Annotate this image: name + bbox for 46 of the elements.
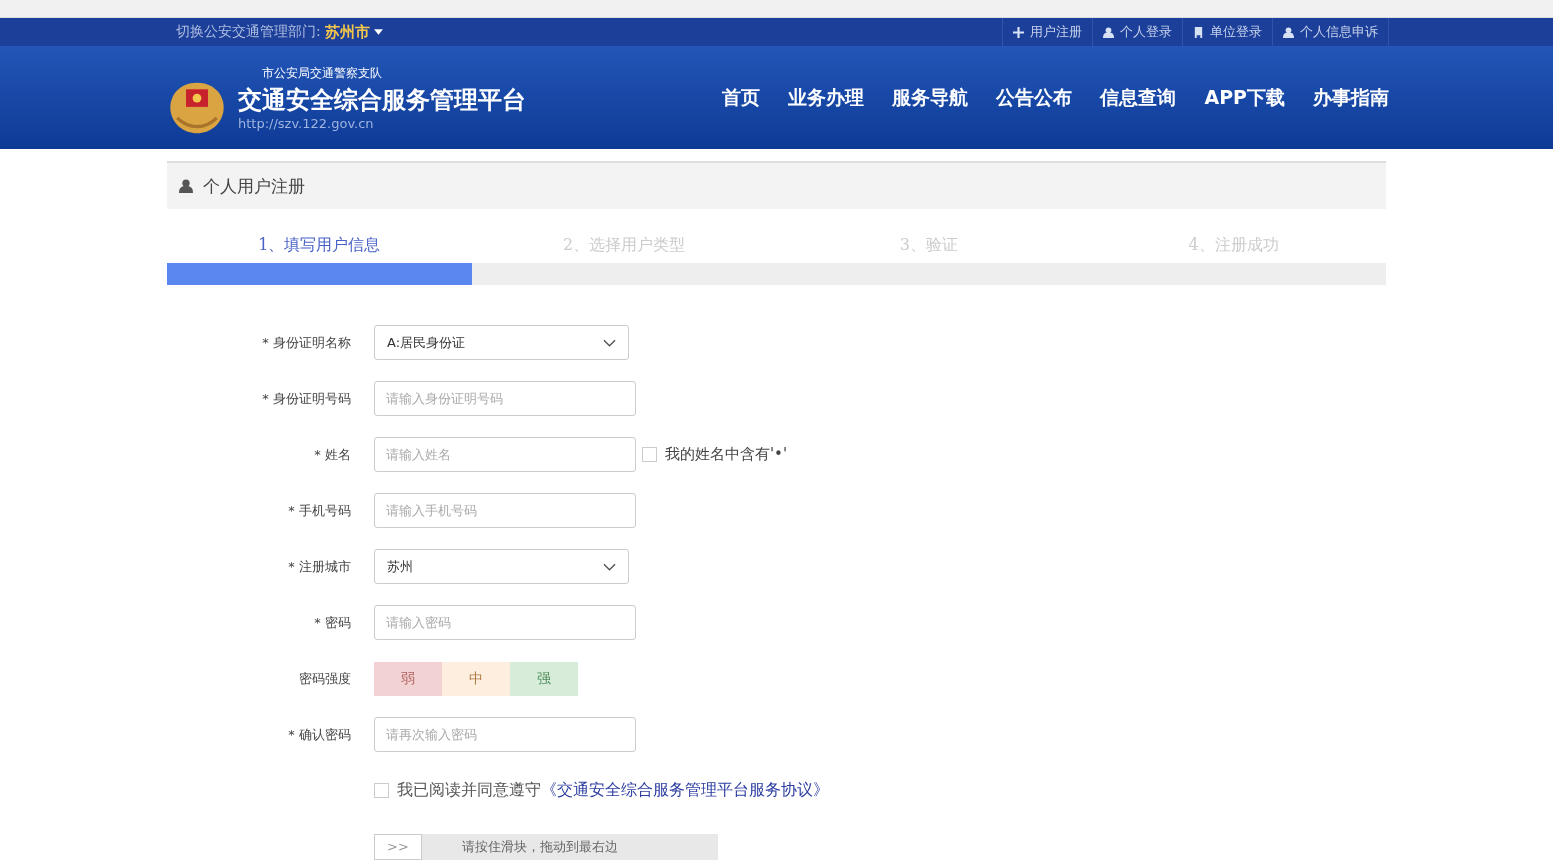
nav-item[interactable]: 办事指南 bbox=[1313, 84, 1389, 111]
strength-segment: 弱 bbox=[374, 661, 442, 696]
input-field[interactable]: 请输入身份证明号码 bbox=[374, 381, 636, 416]
nav-item[interactable]: 信息查询 bbox=[1100, 84, 1177, 111]
field-label: * 身份证明名称 bbox=[261, 333, 352, 352]
agreement-link[interactable]: 《交通安全综合服务管理平台服务协议》 bbox=[541, 780, 829, 799]
strength-segment: 强 bbox=[510, 661, 578, 696]
checkbox[interactable] bbox=[642, 447, 657, 462]
field-label: * 注册城市 bbox=[287, 557, 352, 576]
field-label: * 身份证明号码 bbox=[261, 389, 352, 408]
field-label: * 手机号码 bbox=[287, 501, 352, 520]
strength-segment: 中 bbox=[442, 661, 510, 696]
input-field[interactable]: 请输入姓名 bbox=[374, 437, 636, 472]
panel-title: 个人用户注册 bbox=[203, 174, 305, 198]
agreement-text: 我已阅读并同意遵守《交通安全综合服务管理平台服务协议》 bbox=[397, 780, 829, 801]
nav-item[interactable]: 首页 bbox=[722, 84, 761, 111]
input-field[interactable]: 请再次输入密码 bbox=[374, 717, 636, 752]
site-url: http://szv.122.gov.cn bbox=[238, 115, 375, 131]
select-field[interactable]: A:居民身份证 bbox=[374, 325, 629, 360]
site-title: 交通安全综合服务管理平台 bbox=[238, 84, 526, 116]
field-label: * 确认密码 bbox=[287, 725, 352, 744]
nav-item[interactable]: 服务导航 bbox=[892, 84, 969, 111]
nav-item[interactable]: 公告公布 bbox=[996, 84, 1073, 111]
field-label: * 密码 bbox=[313, 613, 352, 632]
field-label: 密码强度 bbox=[298, 669, 352, 688]
nav-item[interactable]: APP下载 bbox=[1204, 84, 1285, 111]
nav-item[interactable]: 业务办理 bbox=[788, 84, 865, 111]
input-field[interactable]: 请输入手机号码 bbox=[374, 493, 636, 528]
chevron-down-icon bbox=[603, 562, 616, 571]
chevron-down-icon bbox=[603, 338, 616, 347]
select-field[interactable]: 苏州 bbox=[374, 549, 629, 584]
building-icon bbox=[1193, 26, 1204, 38]
checkbox-label: 我的姓名中含有'•' bbox=[665, 445, 788, 464]
user-icon bbox=[1283, 26, 1294, 38]
department-dropdown[interactable]: 苏州市 bbox=[324, 22, 383, 42]
user-icon bbox=[1103, 26, 1114, 38]
department-label: 切换公安交通管理部门: bbox=[176, 23, 321, 41]
agency-name: 市公安局交通警察支队 bbox=[262, 64, 383, 82]
slider-hint: 请按住滑块，拖动到最右边 bbox=[462, 837, 618, 856]
step-label: 1、填写用户信息 bbox=[257, 235, 382, 256]
field-label: * 姓名 bbox=[313, 445, 352, 464]
caret-icon bbox=[373, 29, 383, 35]
checkbox[interactable] bbox=[374, 783, 389, 798]
input-field[interactable]: 请输入密码 bbox=[374, 605, 636, 640]
plus-icon bbox=[1013, 26, 1024, 38]
user-icon bbox=[179, 179, 193, 193]
